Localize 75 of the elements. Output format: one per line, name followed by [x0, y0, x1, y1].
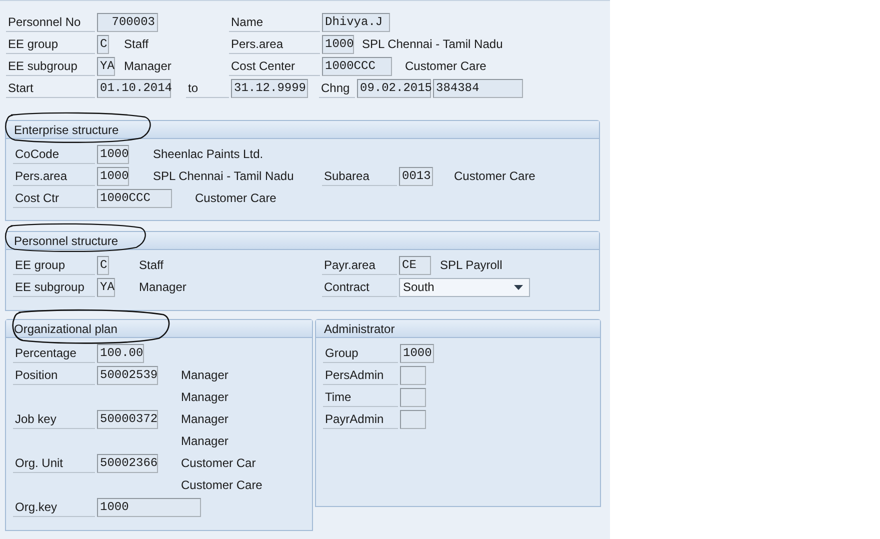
field-label: EE group: [6, 34, 95, 54]
field-label: Group: [323, 344, 398, 362]
value-text: Staff: [138, 257, 164, 274]
input-field[interactable]: CE: [399, 256, 431, 274]
input-field[interactable]: Dhivya.J: [322, 12, 390, 32]
value-text: SPL Chennai - Tamil Nadu: [361, 36, 503, 53]
input-field[interactable]: YA: [97, 56, 115, 76]
input-field[interactable]: YA: [97, 278, 115, 296]
contract-dropdown[interactable]: South: [399, 278, 530, 296]
input-field[interactable]: 1000: [97, 166, 129, 186]
value-text: Customer Care: [404, 58, 486, 75]
value-text: Manager: [180, 367, 228, 384]
field-label: to: [186, 78, 229, 98]
value-text: Manager: [123, 58, 172, 75]
value-text: Customer Car: [180, 455, 256, 472]
input-field[interactable]: 700003: [97, 12, 158, 32]
field-label: Job key: [13, 410, 95, 428]
field-label: Contract: [322, 278, 397, 296]
input-field[interactable]: 09.02.2015: [357, 78, 431, 98]
field-label: Pers.area: [229, 34, 320, 54]
value-text: Customer Care: [453, 168, 536, 185]
field-label: Personnel No: [6, 12, 95, 32]
input-field[interactable]: [400, 388, 426, 406]
field-label: EE subgroup: [6, 56, 95, 76]
value-text: Customer Care: [194, 190, 276, 207]
caret-icon: [514, 284, 523, 290]
input-field[interactable]: 0013: [399, 166, 433, 186]
input-field[interactable]: 1000: [400, 344, 434, 362]
field-label: Subarea: [322, 166, 397, 186]
input-field[interactable]: [400, 366, 426, 384]
field-label: Position: [13, 366, 95, 384]
input-field[interactable]: 1000: [97, 144, 129, 164]
group-title: Personnel structure: [14, 232, 118, 250]
input-field[interactable]: 100.00: [97, 344, 144, 362]
input-field[interactable]: 31.12.9999: [231, 78, 308, 98]
field-label: Org.key: [13, 498, 95, 516]
field-label: EE subgroup: [13, 278, 95, 296]
input-field[interactable]: C: [97, 34, 109, 54]
input-field[interactable]: 50000372: [97, 410, 158, 428]
value-text: Manager: [180, 433, 228, 450]
value-text: Manager: [180, 411, 228, 428]
field-label: Name: [229, 12, 320, 32]
input-field[interactable]: 1000: [322, 34, 354, 54]
field-label: EE group: [13, 256, 95, 274]
field-label: Percentage: [13, 344, 95, 362]
field-label: PersAdmin: [323, 366, 398, 384]
field-label: Org. Unit: [13, 454, 95, 472]
field-label: Time: [323, 388, 398, 406]
value-text: Manager: [180, 389, 228, 406]
input-field[interactable]: [400, 410, 426, 428]
value-text: SPL Chennai - Tamil Nadu: [152, 168, 294, 185]
input-field[interactable]: 50002539: [97, 366, 158, 384]
group-title: Organizational plan: [14, 320, 118, 338]
input-field[interactable]: 1000CCC: [97, 188, 172, 208]
group-title: Enterprise structure: [14, 122, 119, 138]
field-label: Cost Center: [229, 56, 320, 76]
input-field[interactable]: 1000CCC: [322, 56, 392, 76]
field-label: Chng: [319, 78, 355, 98]
field-label: CoCode: [13, 144, 95, 164]
value-text: Customer Care: [180, 477, 262, 494]
value-text: Staff: [123, 36, 148, 53]
field-label: Pers.area: [13, 166, 95, 186]
field-label: Cost Ctr: [13, 188, 95, 208]
value-text: Manager: [138, 279, 186, 296]
value-text: SPL Payroll: [439, 257, 502, 274]
value-text: Sheenlac Paints Ltd.: [152, 146, 264, 163]
field-label: PayrAdmin: [323, 410, 398, 428]
input-field[interactable]: 50002366: [97, 454, 158, 472]
field-label: Payr.area: [322, 256, 397, 274]
input-field[interactable]: 1000: [97, 498, 201, 516]
input-field[interactable]: C: [97, 256, 109, 274]
input-field[interactable]: 01.10.2014: [97, 78, 171, 98]
input-field[interactable]: 384384: [433, 78, 523, 98]
field-label: Start: [6, 78, 95, 98]
group-title: Administrator: [324, 320, 395, 338]
